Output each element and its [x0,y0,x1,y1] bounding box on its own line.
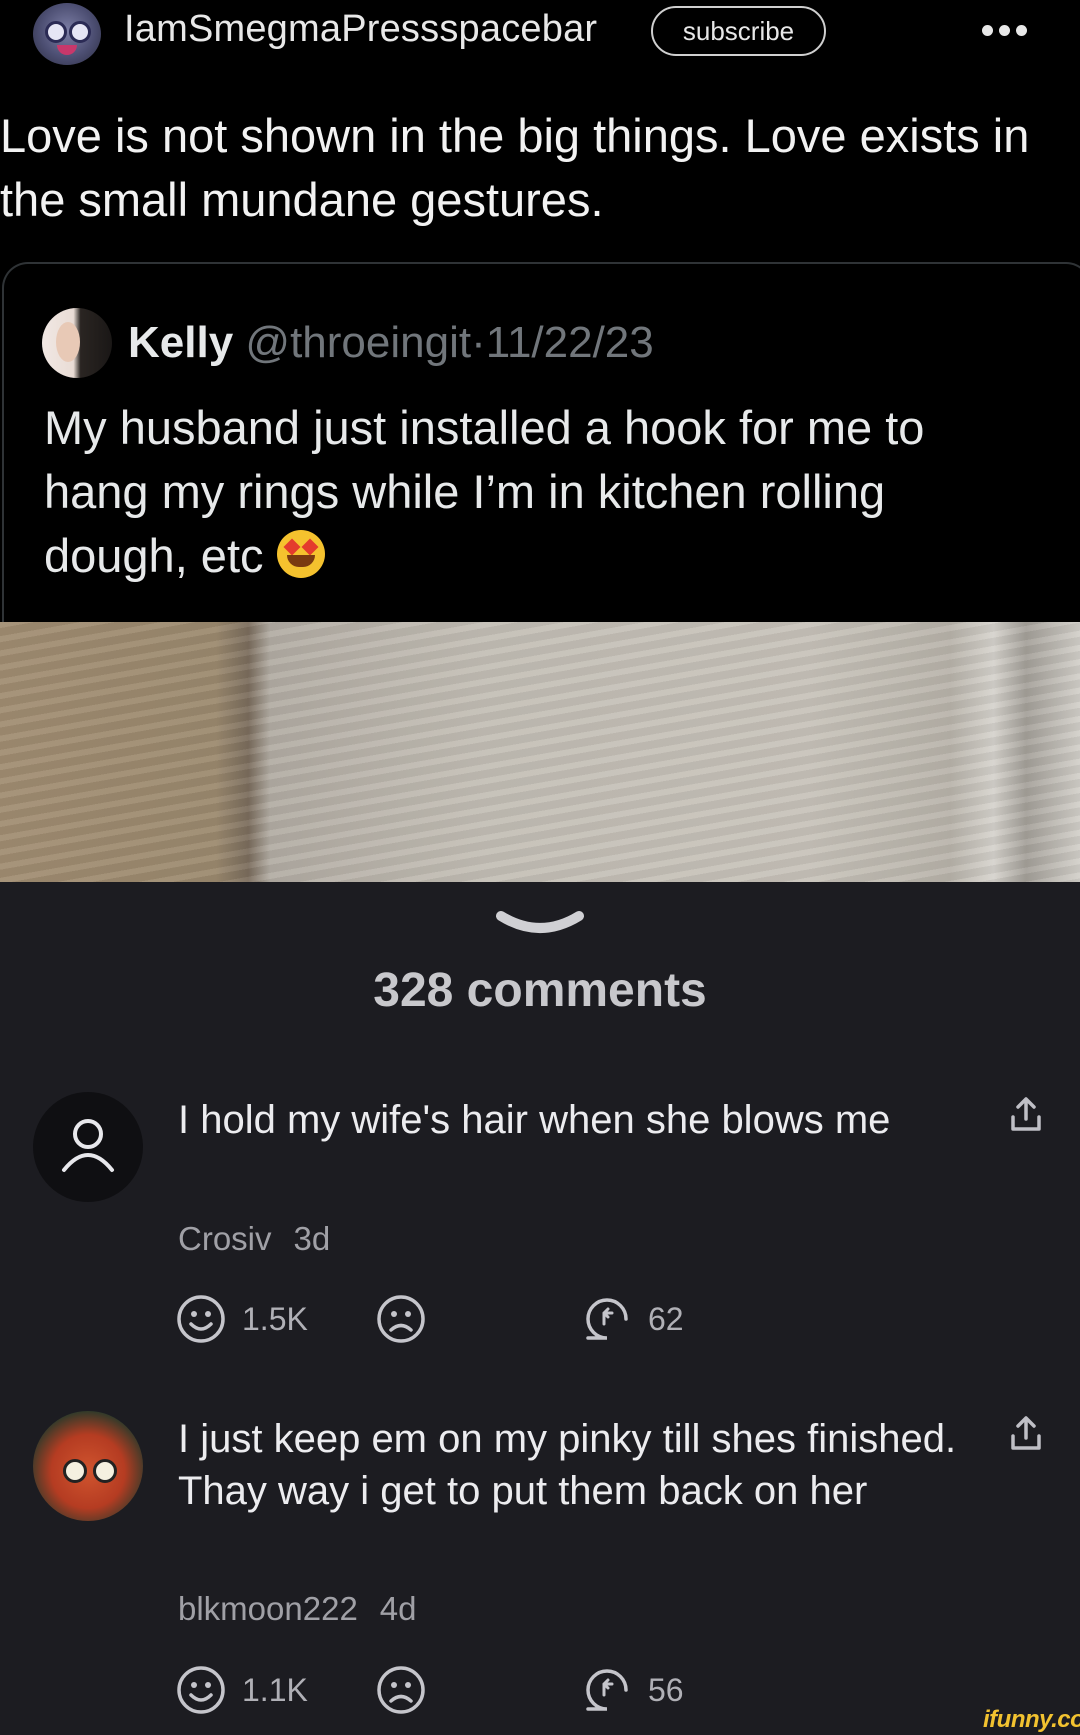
star-struck-emoji-icon [276,530,325,578]
tweet-author-name: Kelly [128,318,234,367]
reply-button[interactable]: 62 [582,1294,684,1344]
chevron-down-icon[interactable] [0,908,1080,949]
share-icon[interactable] [1008,1414,1044,1454]
author-username[interactable]: IamSmegmaPressspacebar [124,8,597,51]
like-count: 1.5K [242,1300,308,1337]
comments-count: 328 comments [373,964,707,1017]
comment-age: 3d [293,1220,331,1257]
smile-icon [177,1295,225,1343]
user-placeholder-icon [62,1119,114,1172]
post-photo[interactable] [0,622,1080,882]
comment-avatar[interactable] [33,1092,143,1202]
like-button[interactable]: 1.1K [176,1665,308,1715]
post-header: IamSmegmaPressspacebar subscribe [0,0,1080,66]
comment-text: I hold my wife's hair when she blows me [178,1098,891,1142]
comment-author[interactable]: blkmoon222 [178,1590,358,1627]
share-icon[interactable] [1008,1095,1044,1135]
comment-meta: blkmoon222 4d [178,1590,417,1628]
subscribe-button[interactable]: subscribe [651,6,826,56]
comment-age: 4d [379,1590,417,1627]
post-area: IamSmegmaPressspacebar subscribe Love is… [0,0,1080,622]
tweet-separator: · [471,318,486,367]
frown-icon [377,1295,425,1343]
frown-icon [377,1666,425,1714]
like-button[interactable]: 1.5K [176,1294,308,1344]
dislike-button[interactable] [376,1294,426,1344]
tweet-author-avatar [42,308,112,378]
comment-meta: Crosiv 3d [178,1220,330,1258]
tweet-text: My husband just installed a hook for me … [44,396,1034,588]
reply-icon [586,1298,628,1340]
reply-count: 62 [648,1300,684,1337]
tweet-author-handle: @throeingit [245,318,472,367]
site-watermark: ifunny.co [983,1706,1080,1733]
comment-avatar[interactable] [33,1411,143,1521]
dislike-button[interactable] [376,1665,426,1715]
smile-icon [177,1666,225,1714]
author-avatar[interactable] [33,3,101,65]
reply-count: 56 [648,1671,684,1708]
reply-icon [586,1669,628,1711]
tweet-body: My husband just installed a hook for me … [44,401,925,582]
tweet-author-line: Kelly @throeingit·11/22/23 [128,318,654,368]
more-icon[interactable] [982,20,1032,40]
tweet-date: 11/22/23 [485,318,654,367]
reply-button[interactable]: 56 [582,1665,684,1715]
comment-author[interactable]: Crosiv [178,1220,272,1257]
comment-text: I just keep em on my pinky till shes fin… [178,1417,957,1513]
like-count: 1.1K [242,1671,308,1708]
post-caption: Love is not shown in the big things. Lov… [0,109,1030,226]
